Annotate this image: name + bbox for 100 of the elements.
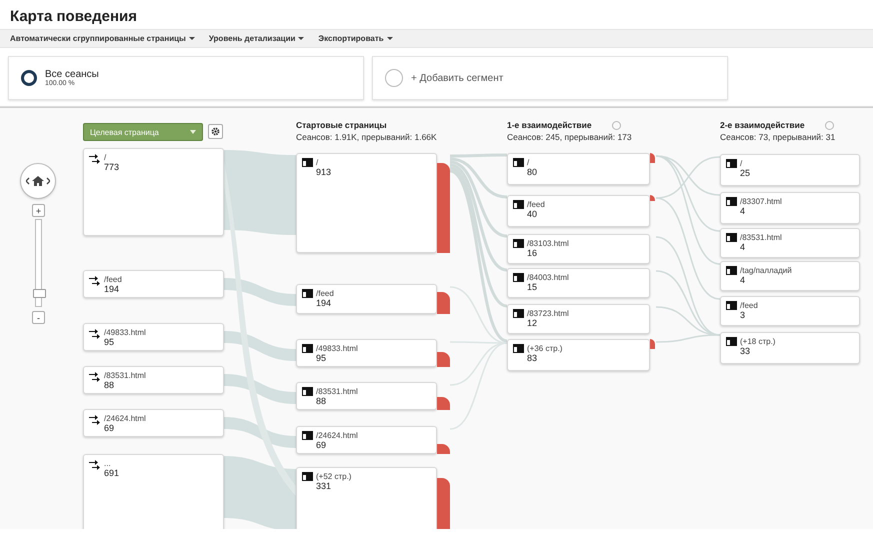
page-node[interactable]: /83723.html 12 [507, 304, 650, 334]
node-count: 80 [527, 167, 538, 177]
node-count: 691 [104, 468, 120, 478]
page-node[interactable]: (+52 стр.) 331 [296, 467, 437, 529]
caret-icon [386, 37, 393, 40]
node-label: /24624.html [104, 414, 146, 423]
node-label: / [740, 159, 744, 168]
entrance-arrows-icon [89, 371, 101, 383]
page-icon [513, 309, 524, 318]
caret-icon [298, 37, 304, 40]
page-node[interactable]: /feed 3 [720, 296, 860, 326]
entrance-arrows-icon [89, 153, 101, 165]
page-icon [513, 344, 524, 353]
page-node[interactable]: ... 691 [83, 454, 224, 529]
node-label: /tag/палладий [740, 266, 792, 275]
page-node[interactable]: /83531.html 4 [720, 228, 860, 258]
page-icon [302, 344, 313, 353]
node-label: /feed [740, 301, 758, 310]
node-count: 88 [316, 396, 328, 406]
node-label: /83723.html [527, 309, 569, 318]
toolbar-menu[interactable]: Автоматически сгруппированные страницы [10, 34, 195, 43]
node-label: /83531.html [316, 387, 358, 396]
node-count: 4 [740, 275, 746, 285]
drop-off-bar [437, 352, 450, 367]
page-node[interactable]: (+18 стр.) 33 [720, 332, 860, 364]
page-node[interactable]: / 25 [720, 154, 860, 186]
page-icon [513, 158, 524, 167]
drop-off-bar [650, 339, 655, 349]
page-node[interactable]: /83103.html 16 [507, 234, 650, 264]
page-node[interactable]: / 913 [296, 153, 437, 253]
segment-name: Все сеансы [45, 69, 99, 80]
page-node[interactable]: /feed 194 [83, 270, 224, 298]
node-label: (+18 стр.) [740, 337, 776, 346]
node-count: 88 [104, 380, 116, 390]
entrance-arrows-icon [89, 459, 101, 471]
node-count: 95 [104, 337, 116, 347]
node-count: 3 [740, 310, 746, 320]
node-count: 773 [104, 162, 120, 172]
drop-off-bar [437, 444, 450, 454]
info-icon[interactable] [824, 120, 834, 130]
node-count: 69 [104, 423, 116, 433]
page-node[interactable]: /tag/палладий 4 [720, 261, 860, 291]
node-label: /feed [316, 289, 334, 298]
node-count: 40 [527, 209, 538, 219]
node-count: 33 [740, 346, 752, 356]
settings-icon[interactable] [208, 124, 223, 139]
node-label: /49833.html [104, 328, 146, 337]
zoom-out-button[interactable]: - [32, 311, 45, 324]
page-node[interactable]: /83307.html 4 [720, 192, 860, 224]
entrance-arrows-icon [89, 275, 101, 287]
segment-card[interactable]: + Добавить сегмент [372, 56, 728, 100]
column-summary: Сеансов: 73, прерываний: 31 [720, 132, 836, 142]
drop-off-bar [437, 397, 450, 410]
drop-off-bar [437, 478, 450, 529]
node-label: /83307.html [740, 197, 782, 206]
segment-name: + Добавить сегмент [411, 72, 504, 84]
page-node[interactable]: /24624.html 69 [296, 426, 437, 454]
node-label: (+52 стр.) [316, 472, 352, 481]
page-node[interactable]: /49833.html 95 [296, 339, 437, 367]
node-count: 25 [740, 168, 750, 178]
column-title: 1-е взаимодействие [507, 120, 592, 130]
column-title: Стартовые страницы [296, 120, 387, 130]
node-count: 331 [316, 481, 332, 491]
page-icon [726, 301, 737, 310]
node-label: /83531.html [740, 233, 782, 242]
page-icon [302, 472, 313, 481]
node-count: 12 [527, 318, 538, 328]
zoom-in-button[interactable]: + [32, 204, 45, 217]
page-node[interactable]: /83531.html 88 [83, 366, 224, 394]
home-arrows-icon [26, 175, 50, 187]
page-icon [302, 387, 313, 396]
node-count: 16 [527, 248, 538, 258]
node-label: /feed [527, 200, 545, 209]
toolbar-menu[interactable]: Экспортировать [318, 34, 393, 43]
slider-thumb[interactable] [33, 289, 46, 298]
page-icon [513, 239, 524, 248]
page-node[interactable]: /49833.html 95 [83, 323, 224, 351]
page-node[interactable]: (+36 стр.) 83 [507, 339, 650, 371]
node-label: /83531.html [104, 371, 146, 380]
pan-control[interactable] [20, 163, 56, 199]
drop-off-bar [650, 153, 655, 163]
page-node[interactable]: / 773 [83, 148, 224, 236]
page-node[interactable]: /feed 194 [296, 284, 437, 314]
page-icon [726, 266, 737, 275]
node-label: /83103.html [527, 239, 569, 248]
page-node[interactable]: /24624.html 69 [83, 409, 224, 437]
node-count: 95 [316, 353, 328, 363]
column-summary: Сеансов: 245, прерываний: 173 [507, 132, 632, 142]
entrance-arrows-icon [89, 414, 101, 426]
page-node[interactable]: / 80 [507, 153, 650, 185]
node-label: (+36 стр.) [527, 344, 562, 353]
column-title: 2-е взаимодействие [720, 120, 805, 130]
page-node[interactable]: /feed 40 [507, 195, 650, 227]
toolbar-menu[interactable]: Уровень детализации [208, 34, 304, 43]
node-label: / [316, 158, 320, 167]
entrance-arrows-icon [89, 328, 101, 340]
page-node[interactable]: /83531.html 88 [296, 382, 437, 410]
page-node[interactable]: /84003.html 15 [507, 268, 650, 298]
node-count: 69 [316, 440, 328, 450]
info-icon[interactable] [612, 120, 621, 130]
